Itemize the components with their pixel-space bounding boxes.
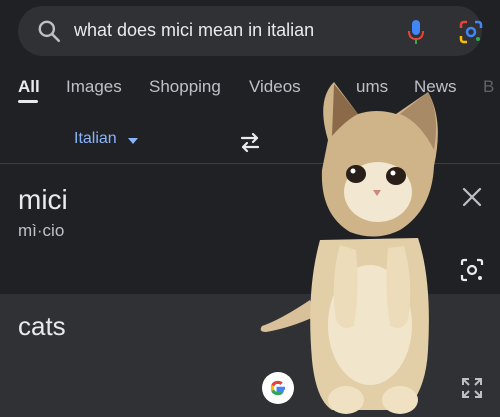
tab-books[interactable]: B <box>483 77 494 97</box>
tab-all[interactable]: All <box>18 77 40 97</box>
expand-icon[interactable] <box>458 374 486 402</box>
source-language-select[interactable]: Italian <box>74 130 117 148</box>
camera-icon[interactable] <box>458 256 486 284</box>
tab-all-underline <box>18 100 38 103</box>
mic-icon[interactable] <box>405 18 427 46</box>
source-word: mici <box>18 184 68 215</box>
search-icon[interactable] <box>36 18 62 44</box>
dropdown-arrow-icon[interactable] <box>128 138 138 144</box>
close-icon[interactable] <box>460 185 484 209</box>
translated-word: cats <box>18 311 66 341</box>
kitten-sticker-image <box>260 82 438 414</box>
search-bar[interactable]: what does mici mean in italian <box>18 6 484 56</box>
search-query[interactable]: what does mici mean in italian <box>74 20 314 41</box>
lens-icon[interactable] <box>458 19 484 45</box>
tab-shopping[interactable]: Shopping <box>149 77 221 97</box>
tab-images[interactable]: Images <box>66 77 122 97</box>
source-pronunciation: mì·cio <box>18 221 65 240</box>
